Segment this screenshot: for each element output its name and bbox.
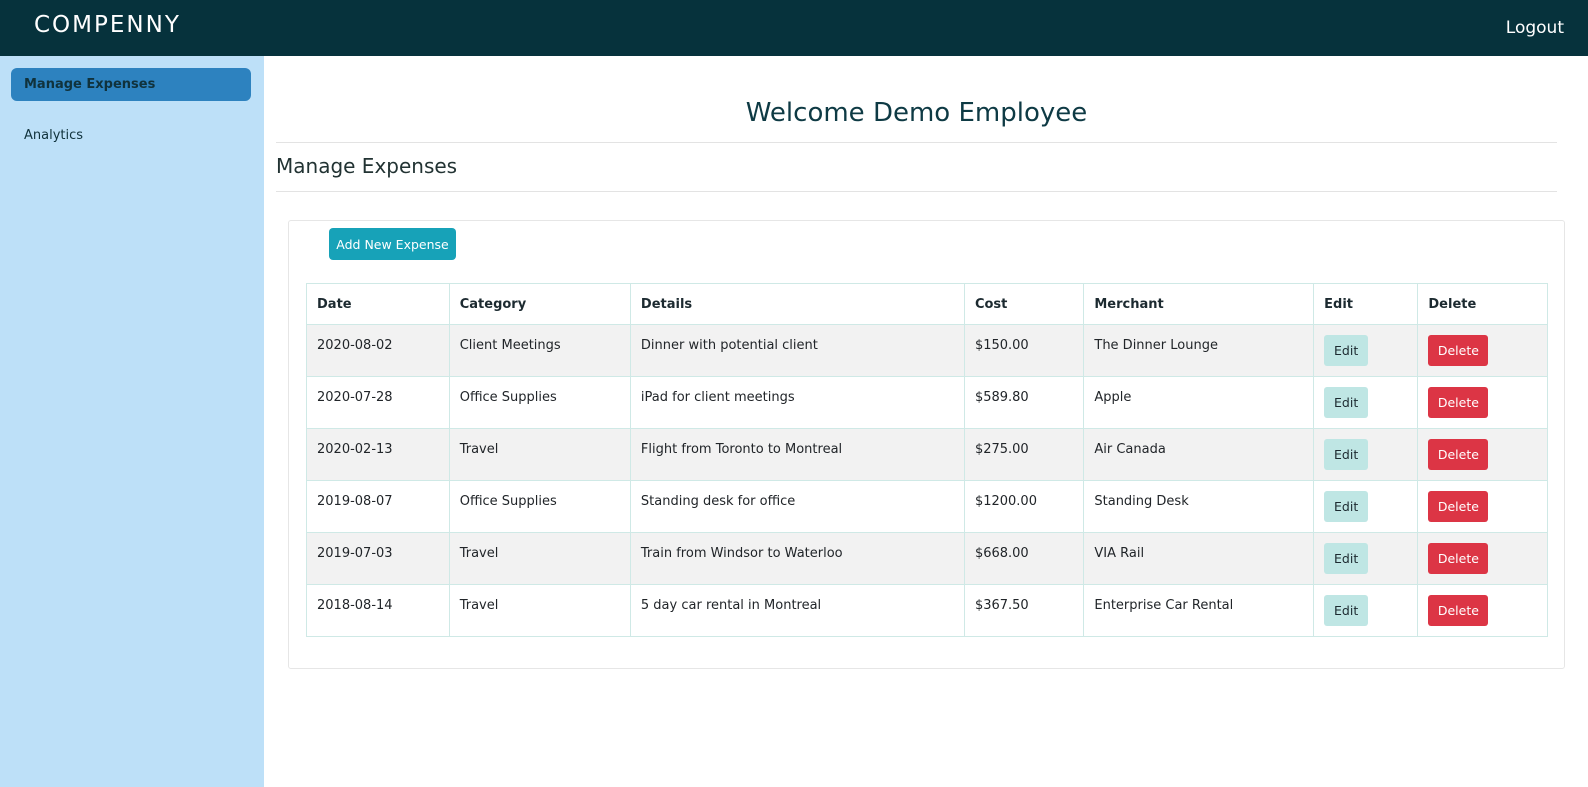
cell-category: Office Supplies	[448, 480, 631, 533]
cell-merchant: VIA Rail	[1083, 532, 1315, 585]
cell-edit: Edit	[1313, 324, 1419, 377]
cell-details: Flight from Toronto to Montreal	[629, 428, 965, 481]
sidebar-item-manage-expenses[interactable]: Manage Expenses	[11, 68, 251, 101]
column-header-cost[interactable]: Cost	[963, 283, 1085, 325]
delete-button[interactable]: Delete	[1428, 335, 1489, 366]
cell-delete: Delete	[1417, 480, 1548, 533]
column-header-date[interactable]: Date	[306, 283, 450, 325]
sidebar-item-analytics[interactable]: Analytics	[11, 119, 251, 152]
cell-edit: Edit	[1313, 428, 1419, 481]
cell-delete: Delete	[1417, 584, 1548, 637]
cell-delete: Delete	[1417, 532, 1548, 585]
cell-details: Train from Windsor to Waterloo	[629, 532, 965, 585]
delete-button[interactable]: Delete	[1428, 439, 1489, 470]
column-header-details[interactable]: Details	[629, 283, 965, 325]
cell-delete: Delete	[1417, 428, 1548, 481]
cell-delete: Delete	[1417, 376, 1548, 429]
cell-date: 2020-07-28	[306, 376, 450, 429]
cell-cost: $589.80	[963, 376, 1085, 429]
cell-date: 2019-08-07	[306, 480, 450, 533]
sidebar: Manage Expenses Analytics	[0, 56, 264, 787]
table-row: 2019-07-03 Travel Train from Windsor to …	[306, 532, 1548, 585]
column-header-edit: Edit	[1313, 283, 1419, 325]
cell-merchant: Standing Desk	[1083, 480, 1315, 533]
page-title: Welcome Demo Employee	[276, 98, 1557, 143]
delete-button[interactable]: Delete	[1428, 491, 1489, 522]
cell-category: Office Supplies	[448, 376, 631, 429]
cell-edit: Edit	[1313, 532, 1419, 585]
cell-cost: $668.00	[963, 532, 1085, 585]
main-content: Welcome Demo Employee Manage Expenses Ad…	[264, 56, 1588, 787]
expenses-table: Date Category Details Cost Merchant Edit…	[306, 283, 1548, 637]
cell-details: Dinner with potential client	[629, 324, 965, 377]
cell-date: 2018-08-14	[306, 584, 450, 637]
delete-button[interactable]: Delete	[1428, 387, 1489, 418]
logout-link[interactable]: Logout	[1506, 18, 1564, 38]
cell-cost: $1200.00	[963, 480, 1085, 533]
edit-button[interactable]: Edit	[1324, 491, 1369, 522]
cell-date: 2020-02-13	[306, 428, 450, 481]
cell-category: Travel	[448, 532, 631, 585]
edit-button[interactable]: Edit	[1324, 595, 1369, 626]
cell-delete: Delete	[1417, 324, 1548, 377]
cell-cost: $150.00	[963, 324, 1085, 377]
cell-date: 2019-07-03	[306, 532, 450, 585]
add-new-expense-button[interactable]: Add New Expense	[329, 228, 456, 260]
section-title: Manage Expenses	[276, 154, 1557, 192]
cell-cost: $275.00	[963, 428, 1085, 481]
cell-merchant: Apple	[1083, 376, 1315, 429]
column-header-delete: Delete	[1417, 283, 1548, 325]
cell-date: 2020-08-02	[306, 324, 450, 377]
expenses-card: Add New Expense Date Category Details Co…	[288, 220, 1565, 669]
edit-button[interactable]: Edit	[1324, 387, 1369, 418]
cell-merchant: The Dinner Lounge	[1083, 324, 1315, 377]
table-row: 2019-08-07 Office Supplies Standing desk…	[306, 480, 1548, 533]
cell-edit: Edit	[1313, 480, 1419, 533]
cell-category: Travel	[448, 584, 631, 637]
table-row: 2020-08-02 Client Meetings Dinner with p…	[306, 324, 1548, 377]
edit-button[interactable]: Edit	[1324, 439, 1369, 470]
column-header-category[interactable]: Category	[448, 283, 631, 325]
table-header-row: Date Category Details Cost Merchant Edit…	[306, 283, 1548, 325]
delete-button[interactable]: Delete	[1428, 595, 1489, 626]
edit-button[interactable]: Edit	[1324, 543, 1369, 574]
cell-edit: Edit	[1313, 584, 1419, 637]
top-navbar: COMPENNY Logout	[0, 0, 1588, 56]
cell-details: 5 day car rental in Montreal	[629, 584, 965, 637]
cell-category: Client Meetings	[448, 324, 631, 377]
table-row: 2018-08-14 Travel 5 day car rental in Mo…	[306, 584, 1548, 637]
table-row: 2020-07-28 Office Supplies iPad for clie…	[306, 376, 1548, 429]
cell-details: Standing desk for office	[629, 480, 965, 533]
cell-category: Travel	[448, 428, 631, 481]
cell-details: iPad for client meetings	[629, 376, 965, 429]
cell-edit: Edit	[1313, 376, 1419, 429]
edit-button[interactable]: Edit	[1324, 335, 1369, 366]
app-logo[interactable]: COMPENNY	[34, 12, 181, 38]
delete-button[interactable]: Delete	[1428, 543, 1489, 574]
cell-merchant: Enterprise Car Rental	[1083, 584, 1315, 637]
cell-merchant: Air Canada	[1083, 428, 1315, 481]
cell-cost: $367.50	[963, 584, 1085, 637]
table-row: 2020-02-13 Travel Flight from Toronto to…	[306, 428, 1548, 481]
column-header-merchant[interactable]: Merchant	[1083, 283, 1315, 325]
